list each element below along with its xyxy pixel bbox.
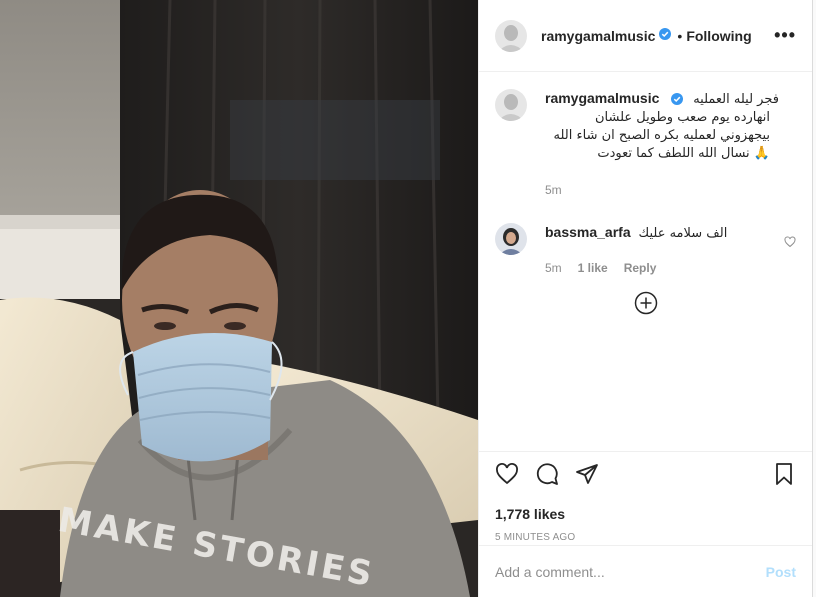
comment-icon[interactable] bbox=[535, 462, 559, 491]
caption-line: انهارده يوم صعب وطويل علشان bbox=[594, 110, 770, 125]
caption-time[interactable]: 5m bbox=[545, 181, 562, 199]
comment-likes[interactable]: 1 like bbox=[578, 259, 608, 277]
post-actions: 1,778 likes 5 MINUTES AGO bbox=[479, 451, 812, 543]
avatar[interactable] bbox=[495, 19, 527, 52]
add-comment-bar: Post bbox=[479, 545, 812, 597]
comment-row: bassma_arfa الف سلامه عليك 5m 1 like Rep… bbox=[495, 223, 796, 277]
comment-like-heart-icon[interactable] bbox=[784, 235, 796, 253]
comment-username[interactable]: bassma_arfa bbox=[545, 224, 631, 240]
caption-line: فجر ليله العمليه bbox=[693, 92, 779, 107]
following-button[interactable]: Following bbox=[686, 28, 751, 44]
heart-icon[interactable] bbox=[495, 462, 519, 491]
avatar-image bbox=[495, 223, 527, 255]
avatar-image bbox=[495, 89, 527, 121]
post-header: ramygamalmusic • Following ••• bbox=[479, 0, 812, 72]
post-photo[interactable]: MAKE STORIES bbox=[0, 0, 478, 597]
caption-body: ramygamalmusic فجر ليله العمليه انهارده … bbox=[545, 89, 779, 199]
likes-count[interactable]: 1,778 likes bbox=[495, 506, 796, 522]
comment-text: الف سلامه عليك bbox=[638, 226, 728, 241]
avatar[interactable] bbox=[495, 89, 527, 121]
share-icon[interactable] bbox=[575, 462, 599, 491]
more-options-icon[interactable]: ••• bbox=[774, 25, 796, 46]
caption-line: 🙏 نسال الله اللطف كما تعودت bbox=[597, 146, 770, 161]
verified-badge-icon bbox=[671, 91, 684, 109]
post-timestamp[interactable]: 5 MINUTES AGO bbox=[495, 532, 796, 543]
avatar-image bbox=[495, 19, 527, 52]
separator-dot: • bbox=[677, 27, 683, 44]
bookmark-icon[interactable] bbox=[772, 462, 796, 491]
caption-row: ramygamalmusic فجر ليله العمليه انهارده … bbox=[495, 89, 796, 199]
action-icons bbox=[495, 462, 796, 490]
avatar[interactable] bbox=[495, 223, 527, 255]
comment-body: bassma_arfa الف سلامه عليك 5m 1 like Rep… bbox=[545, 223, 765, 277]
post-comment-button[interactable]: Post bbox=[766, 564, 796, 580]
header-username[interactable]: ramygamalmusic bbox=[541, 28, 655, 44]
comment-meta: 5m 1 like Reply bbox=[545, 259, 765, 277]
caption-line: بيجهزوني لعمليه بكره الصبح ان شاء الله bbox=[553, 128, 770, 143]
caption-username[interactable]: ramygamalmusic bbox=[545, 90, 659, 106]
post-side-panel: ramygamalmusic • Following ••• ramygamal… bbox=[478, 0, 813, 597]
caption-meta: 5m bbox=[545, 181, 779, 199]
comments-section: ramygamalmusic فجر ليله العمليه انهارده … bbox=[479, 73, 812, 451]
verified-badge-icon bbox=[659, 27, 672, 45]
plus-circle-icon[interactable] bbox=[634, 291, 658, 315]
reply-button[interactable]: Reply bbox=[624, 259, 657, 277]
add-comment-input[interactable] bbox=[495, 563, 766, 580]
comment-time[interactable]: 5m bbox=[545, 259, 562, 277]
load-more-comments[interactable] bbox=[495, 291, 796, 315]
